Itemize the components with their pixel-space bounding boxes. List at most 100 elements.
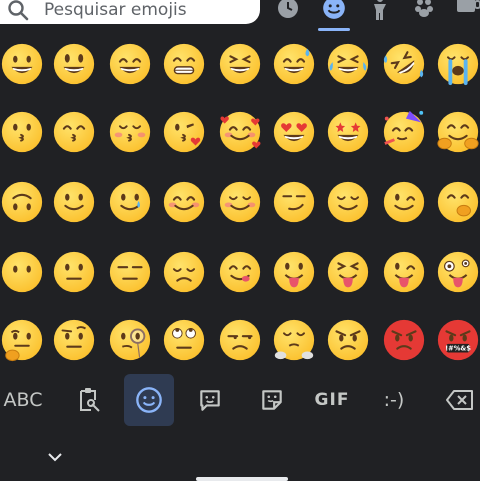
svg-text:!#%&$: !#%&$ — [445, 345, 471, 353]
emoji-relaxed[interactable] — [214, 176, 266, 228]
kissing-closed-eyes-icon — [109, 111, 151, 153]
emoji-sweat-smile[interactable] — [268, 38, 320, 90]
search-bar[interactable] — [0, 0, 260, 24]
clipboard-button[interactable] — [68, 370, 108, 430]
emoji-steam-nose[interactable] — [268, 314, 320, 366]
rolling-eyes-icon — [163, 319, 205, 361]
emoji-hand-over-mouth[interactable] — [432, 176, 480, 228]
emoji-angry[interactable] — [322, 314, 374, 366]
zany-icon — [437, 251, 479, 293]
emoji-raised-eyebrow[interactable] — [48, 314, 100, 366]
nature-icon[interactable] — [410, 0, 438, 22]
sticker-button[interactable] — [256, 370, 288, 430]
relieved-icon — [327, 181, 369, 223]
winking-tongue-icon — [383, 251, 425, 293]
emoji-kissing-smiling-eyes[interactable] — [48, 106, 100, 158]
food-icon[interactable] — [454, 0, 480, 22]
emoji-monocle[interactable] — [104, 314, 156, 366]
emoji-blush[interactable] — [158, 176, 210, 228]
grin-icon — [163, 43, 205, 85]
star-struck-icon — [327, 111, 369, 153]
emoji-expressionless[interactable] — [104, 246, 156, 298]
emoji-heart-eyes[interactable] — [268, 106, 320, 158]
emoji-winking-tongue[interactable] — [378, 246, 430, 298]
emoji-kitchen-button[interactable] — [194, 370, 226, 430]
emoji-rolling-eyes[interactable] — [158, 314, 210, 366]
emoji-squinting-tongue[interactable] — [322, 246, 374, 298]
hand-over-mouth-icon — [437, 181, 479, 223]
emoji-smiling-tear[interactable] — [104, 176, 156, 228]
pensive-icon — [163, 251, 205, 293]
emoji-grin[interactable] — [158, 38, 210, 90]
emoji-kissing-heart[interactable] — [158, 106, 210, 158]
backspace-button[interactable] — [440, 370, 480, 430]
emoji-kissing[interactable] — [0, 106, 48, 158]
emoji-kissing-closed-eyes[interactable] — [104, 106, 156, 158]
partying-icon — [383, 110, 425, 153]
emoji-button[interactable] — [124, 374, 174, 426]
emoji-smiling-hearts[interactable] — [214, 106, 266, 158]
smileys-icon[interactable] — [320, 0, 348, 22]
thinking-icon — [1, 319, 43, 362]
emoji-rofl[interactable] — [378, 38, 430, 90]
emoji-cursing[interactable]: !#%&$ — [432, 314, 480, 366]
blush-icon — [163, 181, 205, 223]
kissing-heart-icon — [163, 111, 205, 153]
gif-button[interactable]: GIF — [310, 370, 354, 430]
emoji-hugging[interactable] — [432, 106, 480, 158]
emoji-zany[interactable] — [432, 246, 480, 298]
hide-keyboard-button[interactable] — [46, 448, 64, 467]
emoji-laughing[interactable] — [214, 38, 266, 90]
smiling-hearts-icon — [219, 111, 261, 153]
emoji-grinning[interactable] — [0, 38, 48, 90]
person-icon[interactable] — [366, 0, 394, 22]
chevron-down-icon — [48, 453, 62, 462]
heart-eyes-icon — [273, 111, 315, 153]
emoji-pensive[interactable] — [158, 246, 210, 298]
emoji-neutral[interactable] — [48, 246, 100, 298]
raised-eyebrow-icon — [53, 319, 95, 361]
emoji-slightly-smiling[interactable] — [48, 176, 100, 228]
emoji-tongue[interactable] — [268, 246, 320, 298]
emoji-unamused[interactable] — [214, 314, 266, 366]
search-icon — [8, 0, 29, 21]
emoji-sob[interactable] — [432, 38, 480, 90]
emoji-smirk[interactable] — [268, 176, 320, 228]
unamused-icon — [219, 319, 261, 361]
emoji-wink[interactable] — [378, 176, 430, 228]
upside-down-icon — [1, 181, 43, 223]
relaxed-icon — [219, 181, 261, 223]
emoji-thinking[interactable] — [0, 314, 48, 366]
angry-icon — [327, 319, 369, 361]
emoticon-button[interactable]: :-) — [374, 370, 414, 430]
emoticon-label: :-) — [383, 389, 405, 411]
search-input[interactable] — [44, 0, 244, 22]
tongue-icon — [273, 251, 315, 293]
sob-icon — [437, 43, 479, 86]
emoji-star-struck[interactable] — [322, 106, 374, 158]
emoji-relieved[interactable] — [322, 176, 374, 228]
smirk-icon — [273, 181, 315, 223]
no-mouth-icon — [1, 251, 43, 293]
kissing-icon — [1, 111, 43, 153]
abc-button[interactable]: ABC — [0, 370, 46, 430]
emoji-icon — [136, 387, 162, 413]
keyboard-toolbar: ABC GIF :-) — [0, 370, 480, 430]
hugging-icon — [437, 111, 479, 153]
clipboard-icon — [80, 388, 100, 412]
gif-label: GIF — [314, 390, 350, 410]
emoji-no-mouth[interactable] — [0, 246, 48, 298]
emoji-smiley[interactable] — [48, 38, 100, 90]
slightly-smiling-icon — [53, 181, 95, 223]
recent-icon[interactable] — [274, 0, 302, 22]
abc-label: ABC — [3, 389, 43, 411]
laughing-icon — [219, 43, 261, 85]
emoji-pouting[interactable] — [378, 314, 430, 366]
emoji-joy[interactable] — [322, 38, 374, 90]
emoji-partying[interactable] — [378, 106, 430, 158]
pouting-icon — [383, 319, 425, 361]
emoji-upside-down[interactable] — [0, 176, 48, 228]
emoji-yum[interactable] — [214, 246, 266, 298]
smiling-tear-icon — [109, 181, 151, 223]
emoji-smile[interactable] — [104, 38, 156, 90]
